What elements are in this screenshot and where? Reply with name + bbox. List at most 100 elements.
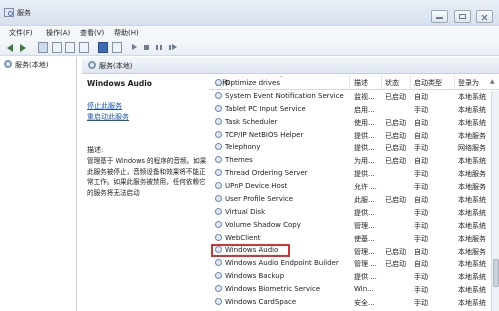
start-icon[interactable]: [131, 42, 139, 53]
minimize-button[interactable]: [431, 10, 448, 23]
menu-help[interactable]: 帮助(H): [114, 28, 139, 38]
restart-service-link[interactable]: 重启动此服务: [87, 112, 129, 122]
help-icon[interactable]: [98, 42, 108, 53]
service-name-text: Thread Ordering Server: [225, 169, 308, 178]
service-logon-cell: 本地系统: [458, 92, 486, 101]
stop-icon[interactable]: [143, 42, 150, 53]
service-startup-type-cell: 自动: [414, 157, 428, 166]
service-description-cell: 此服...: [354, 196, 375, 205]
service-name-cell: Windows Audio: [210, 243, 291, 257]
restart-icon[interactable]: [168, 42, 178, 53]
panel-title-text: 服务(本地): [99, 62, 133, 70]
service-name-text: Optimize drives: [225, 79, 280, 87]
service-name-cell: Windows Audio Endpoint Builder: [215, 259, 339, 267]
service-row[interactable]: Windows Audio Endpoint Builder 管理 ... 已启动自…: [209, 258, 491, 271]
service-gear-icon: [215, 220, 222, 228]
pause-icon[interactable]: [155, 42, 163, 53]
service-name-cell: UPnP Device Host: [215, 182, 287, 190]
service-name-text: WebClient: [225, 233, 261, 242]
maximize-button[interactable]: [454, 10, 471, 23]
service-row[interactable]: Optimize drives: [209, 78, 491, 91]
service-gear-icon: [215, 285, 222, 293]
close-icon: [481, 14, 488, 19]
service-row[interactable]: Windows Audio 管理... 已启动 自动 本地服务: [209, 243, 491, 259]
service-row[interactable]: Virtual Disk 提供... 手动 本地系统: [209, 207, 491, 220]
service-gear-icon: [215, 298, 222, 306]
service-name-cell: Themes: [215, 156, 253, 164]
service-name-text: Themes: [225, 156, 253, 165]
service-gear-icon: [215, 156, 222, 164]
gear-icon: [88, 61, 96, 69]
service-name-cell: Windows CardSpace: [215, 298, 296, 306]
export-icon[interactable]: [79, 42, 89, 53]
service-description-cell: 监视...: [354, 92, 375, 101]
scrollbar-thumb[interactable]: [493, 259, 499, 287]
tree-item-label: 服务(本地): [15, 61, 49, 69]
menu-file[interactable]: 文件(F): [9, 28, 33, 38]
service-name-text: Telephony: [225, 143, 261, 152]
close-button[interactable]: [476, 10, 493, 23]
service-row[interactable]: Task Scheduler 使用... 已启动 自动 本地系统: [209, 117, 491, 130]
service-gear-icon: [215, 169, 222, 177]
service-logon-cell: 本地服务: [458, 247, 486, 256]
refresh-icon[interactable]: [65, 42, 75, 53]
console-tree: 服务(本地): [0, 57, 77, 311]
service-startup-type-cell: 手动: [414, 170, 428, 179]
service-description-cell: 提供...: [354, 131, 375, 140]
service-logon-cell: 本地系统: [458, 196, 486, 205]
service-gear-icon: [215, 259, 222, 267]
service-row[interactable]: Volume Shadow Copy 管理... 手动 本地系统: [209, 220, 491, 233]
service-logon-cell: 本地系统: [458, 208, 486, 217]
service-row[interactable]: UPnP Device Host 允许 ... 手动 本地服务: [209, 181, 491, 194]
service-logon-cell: 本地系统: [458, 221, 486, 230]
panel-title: 服务(本地): [88, 61, 132, 71]
service-row[interactable]: System Event Notification Service 监视... 已启…: [209, 91, 491, 104]
service-name-cell: TCP/IP NetBIOS Helper: [215, 130, 303, 139]
view-icon[interactable]: [112, 42, 122, 53]
menu-action[interactable]: 操作(A): [46, 28, 70, 38]
service-row[interactable]: TCP/IP NetBIOS Helper 提供... 已启动 自动 本地服务: [209, 130, 491, 143]
toolbar: [0, 39, 499, 56]
service-startup-type-cell: 自动: [414, 92, 428, 101]
service-row[interactable]: Tablet PC Input Service 启用... 手动 本地系统: [209, 104, 491, 117]
title-bar: 服务: [0, 0, 499, 26]
properties-icon[interactable]: [52, 42, 62, 53]
service-gear-icon: [215, 245, 222, 253]
service-startup-type-cell: 自动: [414, 118, 428, 127]
tree-item-services-local[interactable]: 服务(本地): [4, 60, 74, 71]
service-row[interactable]: Windows Backup 提供 ... 手动 本地系统: [209, 271, 491, 284]
service-description-cell: 允许 ...: [354, 183, 377, 192]
service-startup-type-cell: 自动: [414, 131, 428, 140]
service-startup-type-cell: 手动: [414, 208, 428, 217]
service-row[interactable]: Windows Biometric Service Win... 手动 本地系统: [209, 284, 491, 297]
service-gear-icon: [215, 130, 222, 138]
service-name-cell: Windows Backup: [215, 272, 284, 280]
service-row[interactable]: Telephony 提供... 已启动 手动 网络服务: [209, 142, 491, 155]
service-startup-type-cell: 自动: [414, 196, 428, 205]
service-startup-type-cell: 手动: [414, 144, 428, 153]
menu-view[interactable]: 查看(V): [80, 28, 104, 38]
service-logon-cell: 本地系统: [458, 105, 486, 114]
service-gear-icon: [215, 143, 222, 151]
service-startup-type-cell: 手动: [414, 299, 428, 308]
service-name-text: Virtual Disk: [225, 207, 266, 216]
service-startup-type-cell: 自动: [414, 260, 428, 269]
service-name-text: Windows Backup: [225, 272, 285, 281]
back-icon[interactable]: [5, 42, 15, 53]
service-logon-cell: 本地系统: [458, 118, 486, 127]
service-gear-icon: [215, 117, 222, 125]
service-row[interactable]: Windows CardSpace 安全... 手动 本地系统: [209, 297, 491, 310]
console-tree-icon[interactable]: [38, 42, 48, 53]
service-status-cell: 已启动: [385, 157, 406, 166]
vertical-scrollbar[interactable]: [491, 91, 499, 311]
service-row[interactable]: Themes 为用... 已启动 自动 本地系统: [209, 155, 491, 168]
service-logon-cell: 本地系统: [458, 299, 486, 308]
forward-icon[interactable]: [18, 42, 28, 53]
service-row[interactable]: User Profile Service 此服... 已启动 自动 本地系统: [209, 194, 491, 207]
maximize-icon: [459, 14, 466, 19]
service-row[interactable]: Thread Ordering Server 提供... 手动 本地服务: [209, 168, 491, 181]
service-row[interactable]: WebClient 使基... 手动 本地服务: [209, 233, 491, 246]
service-name-text: Windows CardSpace: [225, 298, 297, 307]
service-name-text: Volume Shadow Copy: [225, 220, 301, 229]
stop-service-link[interactable]: 停止此服务: [87, 101, 122, 111]
